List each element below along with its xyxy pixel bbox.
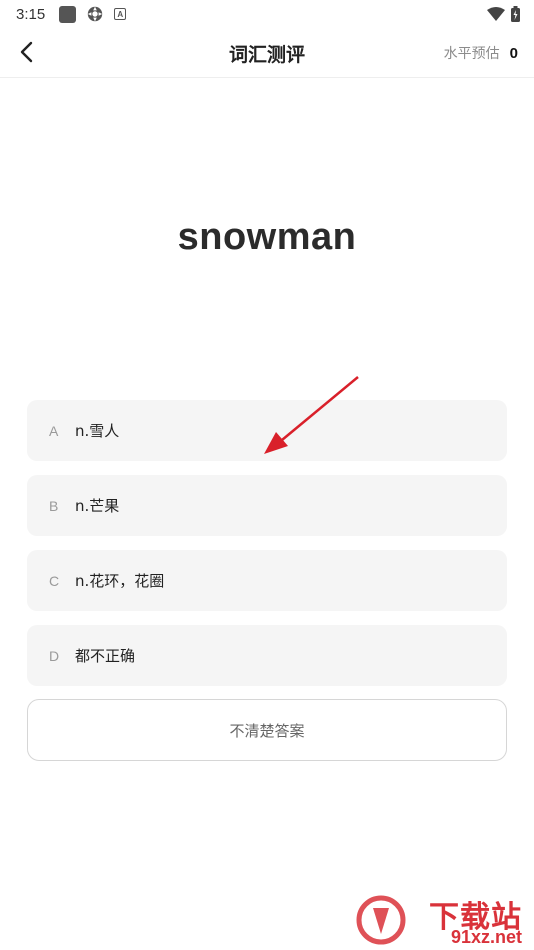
level-estimate: 水平预估 0 (444, 43, 518, 63)
option-d[interactable]: D 都不正确 (27, 625, 507, 686)
option-text: n.花环，花圈 (75, 572, 165, 590)
watermark-logo-icon (356, 895, 406, 945)
status-right (487, 6, 520, 22)
accessibility-a-icon: A (114, 8, 127, 20)
option-letter: A (49, 422, 59, 439)
option-letter: C (49, 572, 60, 589)
option-text: n.雪人 (75, 422, 120, 440)
watermark: 下载站 91xz.net (355, 892, 530, 948)
answer-options: A n.雪人 B n.芒果 C n.花环，花圈 D 都不正确 (27, 400, 507, 700)
status-left: 3:15 A (16, 5, 127, 23)
app-header: 词汇测评 水平预估 0 (0, 28, 534, 78)
battery-icon (511, 6, 520, 22)
unsure-answer-button[interactable]: 不清楚答案 (27, 699, 507, 761)
question-word: snowman (177, 216, 357, 258)
option-a[interactable]: A n.雪人 (27, 400, 507, 461)
option-text: n.芒果 (75, 497, 120, 515)
notification-square-icon (59, 5, 77, 23)
status-time: 3:15 (16, 5, 46, 23)
status-bar: 3:15 A (0, 0, 534, 28)
option-letter: B (49, 497, 59, 514)
settings-icon (88, 6, 103, 22)
option-b[interactable]: B n.芒果 (27, 475, 507, 536)
option-c[interactable]: C n.花环，花圈 (27, 550, 507, 611)
level-estimate-label: 水平预估 (443, 46, 500, 62)
watermark-domain: 91xz.net (450, 927, 522, 947)
option-text: 都不正确 (75, 647, 136, 665)
option-letter: D (49, 647, 60, 664)
wifi-icon (487, 7, 505, 21)
level-estimate-value: 0 (509, 44, 518, 62)
